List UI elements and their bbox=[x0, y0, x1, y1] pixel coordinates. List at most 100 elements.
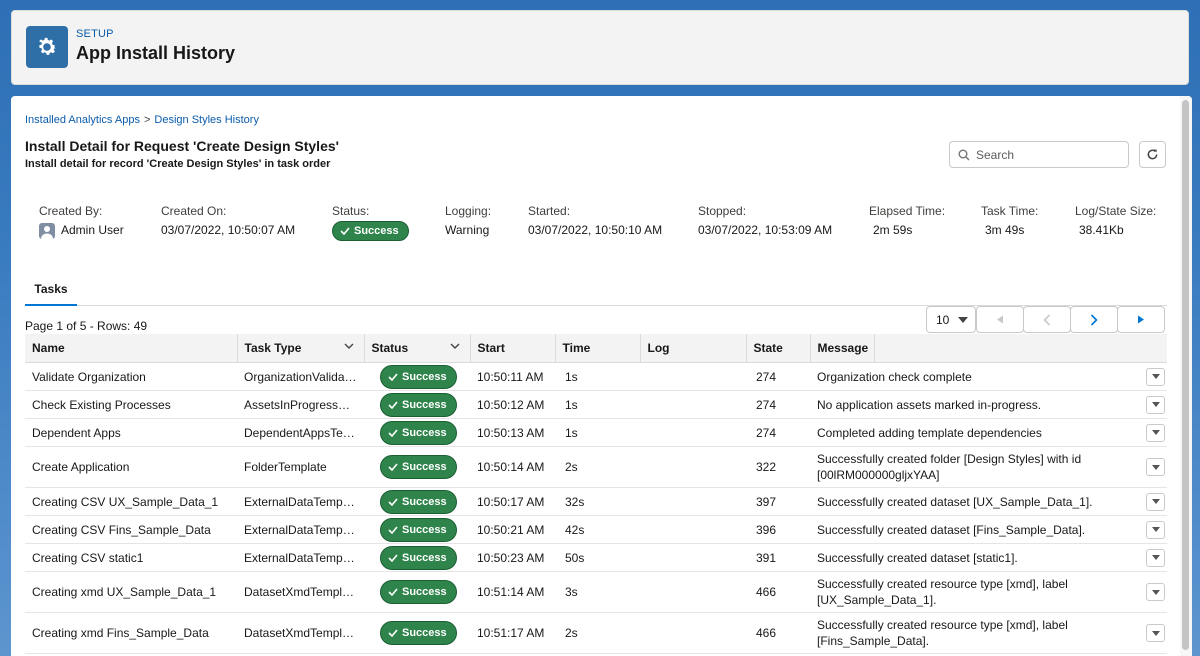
status-badge: Success bbox=[380, 517, 457, 542]
status-badge: Success bbox=[380, 545, 457, 570]
column-header-state[interactable]: State bbox=[746, 334, 811, 363]
row-actions-button[interactable] bbox=[1146, 423, 1165, 442]
search-input[interactable] bbox=[976, 147, 1116, 162]
column-header-time[interactable]: Time bbox=[555, 334, 641, 363]
row-actions-button[interactable] bbox=[1146, 367, 1165, 386]
row-actions-button[interactable] bbox=[1146, 458, 1165, 476]
first-page-button[interactable] bbox=[976, 306, 1024, 333]
last-page-button[interactable] bbox=[1117, 306, 1165, 333]
cell-start: 10:51:14 AM bbox=[470, 571, 555, 613]
status-badge: Success bbox=[380, 364, 457, 389]
cell-start: 10:50:11 AM bbox=[470, 362, 555, 391]
cell-message-text: No application assets marked in-progress… bbox=[817, 397, 1042, 412]
refresh-button[interactable] bbox=[1139, 141, 1166, 168]
check-icon bbox=[388, 629, 398, 637]
cell-task-type: DatasetXmdTemplate bbox=[237, 571, 364, 613]
cell-message-text: Successfully created dataset [Fins_Sampl… bbox=[817, 522, 1086, 537]
previous-page-button[interactable] bbox=[1023, 306, 1071, 333]
column-header-start-label: Start bbox=[477, 341, 505, 355]
row-actions-button[interactable] bbox=[1146, 520, 1165, 539]
status-badge: Success bbox=[332, 221, 409, 241]
cell-state: 322 bbox=[746, 446, 810, 488]
table-row[interactable]: Creating xmd Fins_Sample_Data DatasetXmdT… bbox=[25, 612, 1167, 654]
cell-state: 396 bbox=[746, 515, 810, 544]
cell-start: 10:50:23 AM bbox=[470, 543, 555, 572]
status-badge: Success bbox=[380, 455, 457, 479]
chevron-down-icon bbox=[958, 317, 968, 323]
chevron-down-icon[interactable] bbox=[344, 343, 354, 350]
table-row[interactable]: Creating CSV static1 ExternalDataTemplate… bbox=[25, 543, 1167, 572]
column-header-message[interactable]: Message bbox=[810, 334, 1167, 363]
cell-name: Dependent Apps bbox=[25, 418, 237, 447]
cell-message: Completed adding template dependencies bbox=[810, 418, 1167, 447]
meta-logging: Logging: Warning bbox=[445, 204, 491, 237]
column-header-task-type[interactable]: Task Type bbox=[237, 334, 365, 363]
refresh-icon bbox=[1147, 149, 1158, 160]
meta-log-size: Log/State Size: 38.41Kb bbox=[1075, 204, 1156, 237]
chevron-down-icon bbox=[1151, 464, 1160, 470]
page-size-select[interactable]: 10 bbox=[926, 306, 976, 333]
cell-name: Creating xmd Fins_Sample_Data bbox=[25, 612, 237, 654]
cell-log bbox=[640, 543, 746, 572]
search-box[interactable] bbox=[949, 141, 1129, 168]
next-page-button[interactable] bbox=[1070, 306, 1118, 333]
meta-created-on: Created On: 03/07/2022, 10:50:07 AM bbox=[161, 204, 295, 237]
cell-log bbox=[640, 487, 746, 516]
chevron-down-icon bbox=[1151, 630, 1160, 636]
cell-start: 10:50:13 AM bbox=[470, 418, 555, 447]
scrollbar-track[interactable] bbox=[1180, 96, 1192, 656]
meta-logging-label: Logging: bbox=[445, 204, 492, 218]
row-actions-button[interactable] bbox=[1146, 492, 1165, 511]
cell-message: Successfully created dataset [static1]. bbox=[810, 543, 1167, 572]
scrollbar-thumb[interactable] bbox=[1182, 100, 1189, 650]
cell-time: 50s bbox=[555, 543, 640, 572]
chevron-down-icon[interactable] bbox=[450, 343, 460, 350]
cell-task-type: DatasetXmdTemplate bbox=[237, 612, 364, 654]
column-header-status[interactable]: Status bbox=[364, 334, 471, 363]
meta-created-by-value: Admin User bbox=[61, 223, 124, 238]
meta-started-label: Started: bbox=[528, 204, 571, 218]
cell-log bbox=[640, 446, 746, 488]
meta-stopped-value: 03/07/2022, 10:53:09 AM bbox=[698, 223, 833, 237]
cell-name: Creating xmd UX_Sample_Data_1 bbox=[25, 571, 237, 613]
table-row[interactable]: Create Application FolderTemplate Success 1… bbox=[25, 446, 1167, 488]
check-icon bbox=[388, 463, 398, 471]
row-actions-button[interactable] bbox=[1146, 583, 1165, 601]
table-row[interactable]: Validate Organization OrganizationValidat… bbox=[25, 362, 1167, 391]
column-header-log[interactable]: Log bbox=[640, 334, 747, 363]
column-header-start[interactable]: Start bbox=[470, 334, 556, 363]
column-header-name[interactable]: Name bbox=[25, 334, 238, 363]
breadcrumb-design-styles-history[interactable]: Design Styles History bbox=[154, 114, 259, 126]
table-row[interactable]: Check Existing Processes AssetsInProgress… bbox=[25, 390, 1167, 419]
cell-state: 274 bbox=[746, 418, 810, 447]
table-row[interactable]: Creating CSV UX_Sample_Data_1 ExternalDat… bbox=[25, 487, 1167, 516]
cell-message-text: Successfully created resource type [xmd]… bbox=[817, 577, 1068, 607]
tab-tasks[interactable]: Tasks bbox=[25, 278, 77, 306]
cell-log bbox=[640, 418, 746, 447]
breadcrumb-installed-analytics-apps[interactable]: Installed Analytics Apps bbox=[25, 114, 140, 126]
table-row[interactable]: Creating xmd UX_Sample_Data_1 DatasetXmdT… bbox=[25, 571, 1167, 613]
column-header-time-label: Time bbox=[562, 341, 591, 355]
cell-message-text: Successfully created dataset [UX_Sample_… bbox=[817, 494, 1093, 509]
row-actions-button[interactable] bbox=[1146, 624, 1165, 642]
row-actions-button[interactable] bbox=[1146, 395, 1165, 414]
cell-status: Success bbox=[364, 571, 470, 613]
cell-log bbox=[640, 390, 746, 419]
cell-state: 397 bbox=[746, 487, 810, 516]
cell-task-type: OrganizationValidati... bbox=[237, 362, 364, 391]
status-badge-label: Success bbox=[402, 586, 447, 598]
meta-elapsed-time-label: Elapsed Time: bbox=[869, 204, 946, 218]
cell-time: 2s bbox=[555, 612, 640, 654]
avatar bbox=[39, 223, 55, 239]
cell-name: Creating CSV UX_Sample_Data_1 bbox=[25, 487, 237, 516]
cell-state: 274 bbox=[746, 390, 810, 419]
cell-state: 466 bbox=[746, 571, 810, 613]
cell-name: Create Application bbox=[25, 446, 237, 488]
meta-elapsed-time-value: 2m 59s bbox=[873, 223, 913, 237]
table-row[interactable]: Dependent Apps DependentAppsTem... Success… bbox=[25, 418, 1167, 447]
tasks-table-body: Validate Organization OrganizationValidat… bbox=[25, 362, 1167, 654]
row-actions-button[interactable] bbox=[1146, 548, 1165, 567]
table-row[interactable]: Creating CSV Fins_Sample_Data ExternalDat… bbox=[25, 515, 1167, 544]
meta-log-size-value: 38.41Kb bbox=[1079, 223, 1124, 237]
check-icon bbox=[388, 525, 398, 534]
